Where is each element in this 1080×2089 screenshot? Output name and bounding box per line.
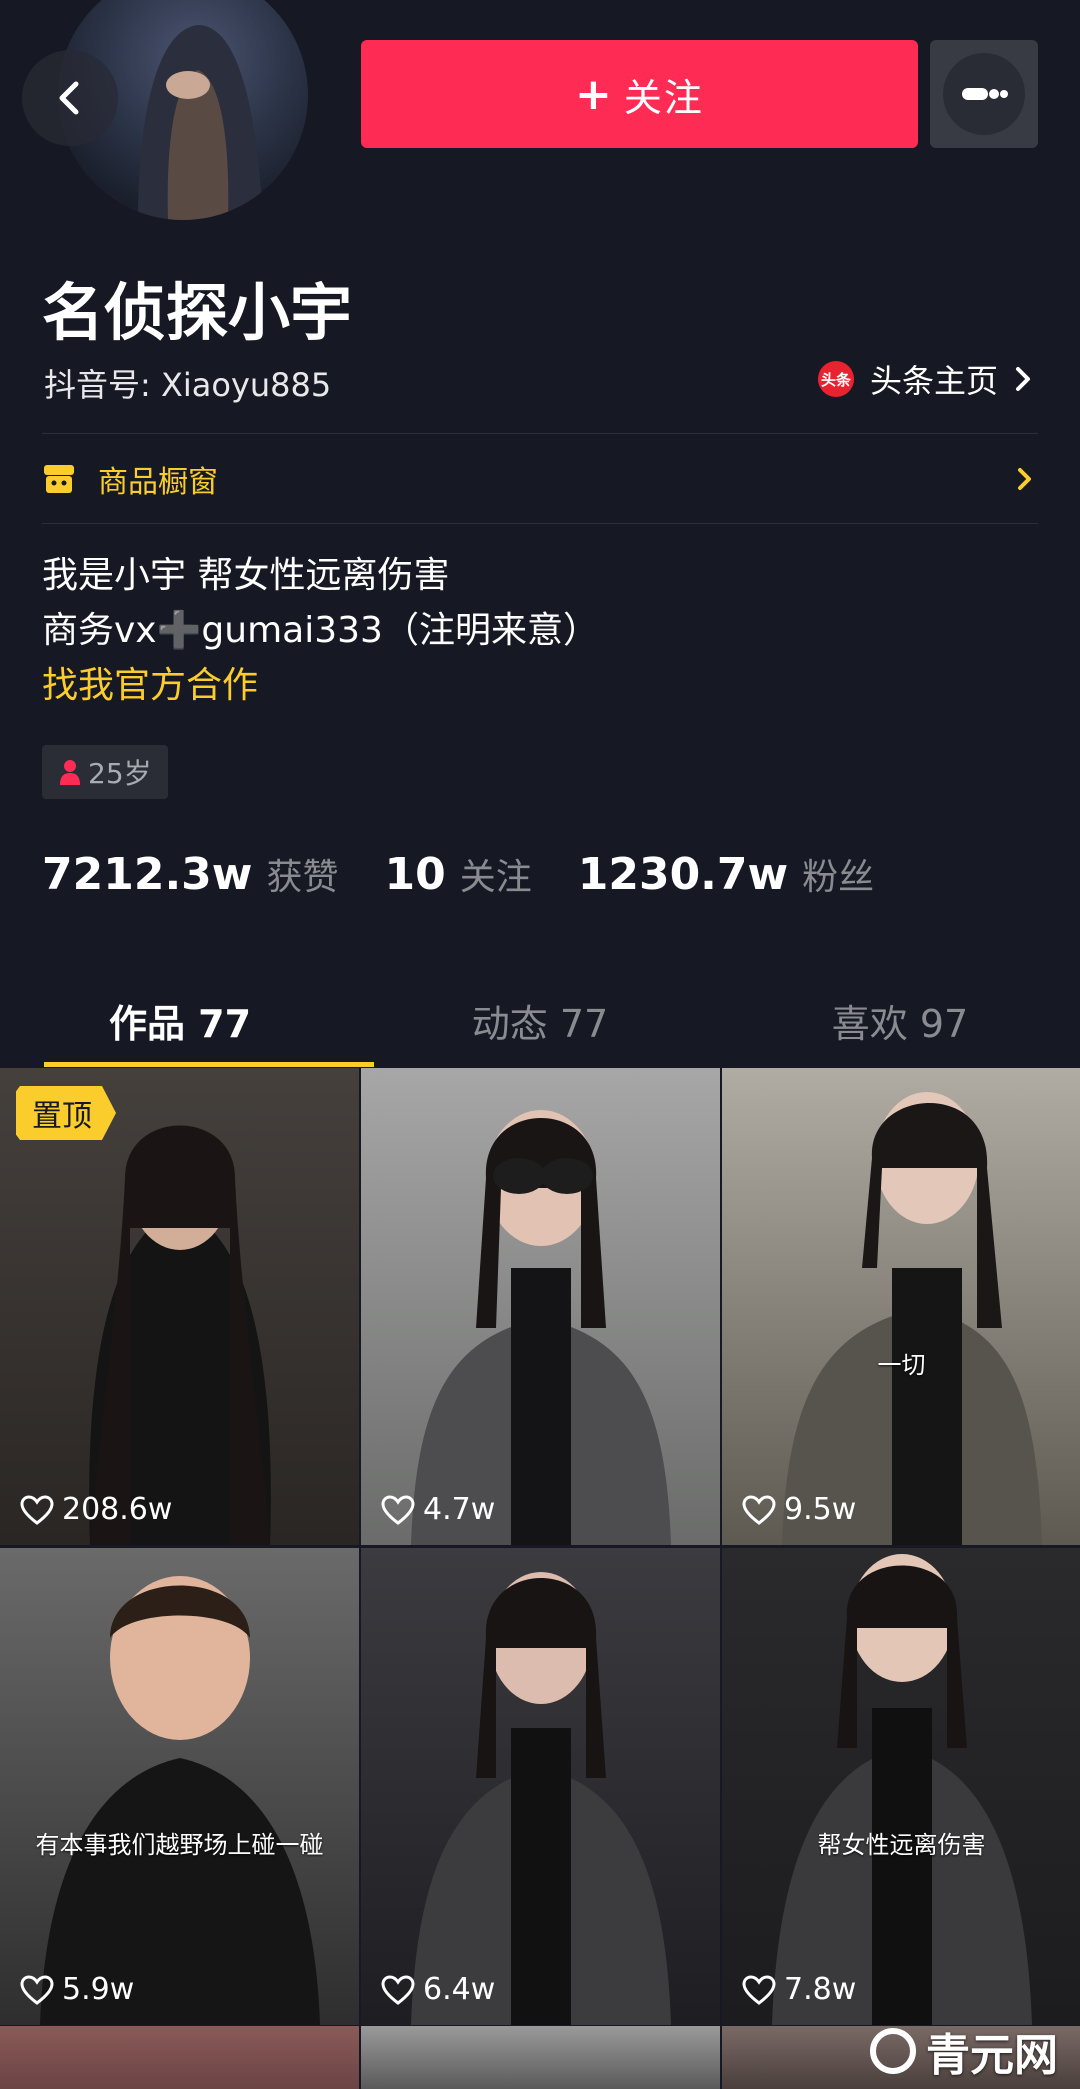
following-count[interactable]: 10 xyxy=(384,849,445,900)
female-icon xyxy=(60,760,80,785)
thumbnail-image xyxy=(781,1092,1042,1545)
video-thumbnail[interactable]: 置顶 208.6w xyxy=(0,1068,359,1545)
toutiao-homepage-link[interactable]: 头条 头条主页 xyxy=(817,356,1038,402)
followers-count[interactable]: 1230.7w xyxy=(578,849,788,900)
following-label[interactable]: 关注 xyxy=(460,848,532,900)
tab-moments[interactable]: 动态 77 xyxy=(360,970,720,1070)
stats-row: 7212.3w 获赞 10 关注 1230.7w 粉丝 xyxy=(42,848,874,900)
heart-icon xyxy=(20,1494,54,1525)
thumbnail-image xyxy=(410,1110,671,1545)
follow-button[interactable]: + 关注 xyxy=(361,40,918,148)
plus-icon: + xyxy=(575,68,614,120)
heart-icon xyxy=(742,1974,776,2005)
heart-icon xyxy=(742,1494,776,1525)
shop-icon xyxy=(44,465,74,493)
bio: 我是小宇 帮女性远离伤害 商务vx➕gumai333（注明来意） 找我官方合作 xyxy=(42,548,599,713)
follow-label: 关注 xyxy=(623,75,704,120)
video-likes: 9.5w xyxy=(742,1492,856,1527)
heart-icon xyxy=(381,1974,415,2005)
video-likes: 6.4w xyxy=(381,1972,495,2007)
toutiao-icon: 头条 xyxy=(817,361,854,397)
tab-works[interactable]: 作品 77 xyxy=(0,970,360,1070)
watermark: 青元网 xyxy=(870,2019,1058,2083)
thumbnail-image xyxy=(39,1576,320,2025)
heart-icon xyxy=(20,1974,54,2005)
toutiao-label: 头条主页 xyxy=(869,362,998,400)
chevron-right-icon xyxy=(1016,367,1030,391)
pinned-badge: 置顶 xyxy=(16,1086,116,1140)
profile-name: 名侦探小宇 xyxy=(42,276,353,349)
content-tabs: 作品 77 动态 77 喜欢 97 xyxy=(0,970,1080,1070)
video-caption: 帮女性远离伤害 xyxy=(817,1830,986,1859)
age-tag: 25岁 xyxy=(42,745,168,799)
video-caption: 一切 xyxy=(877,1350,926,1379)
thumbnail-image xyxy=(771,1554,1032,2025)
back-button[interactable] xyxy=(22,50,118,146)
followers-label[interactable]: 粉丝 xyxy=(802,848,874,900)
divider xyxy=(42,433,1038,434)
age-label: 25岁 xyxy=(88,757,152,790)
likes-label: 获赞 xyxy=(266,857,339,898)
active-tab-indicator xyxy=(44,1062,374,1067)
likes-count: 7212.3w xyxy=(42,849,253,900)
thumbnail-image xyxy=(410,1572,671,2025)
more-button[interactable] xyxy=(930,40,1038,148)
video-grid: 置顶 208.6w 4.7w 一切 9.5w 有本事我们越野场上碰一碰 5.9w… xyxy=(0,1068,1080,2025)
shop-window-row[interactable]: 商品橱窗 xyxy=(42,435,1038,523)
video-likes: 7.8w xyxy=(742,1972,856,2007)
video-thumbnail[interactable]: 一切 9.5w xyxy=(722,1068,1080,1545)
video-thumbnail[interactable] xyxy=(0,2026,359,2089)
chevron-left-icon xyxy=(59,81,79,115)
chevron-right-icon xyxy=(1018,468,1031,490)
heart-icon xyxy=(381,1494,415,1525)
video-likes: 4.7w xyxy=(381,1492,495,1527)
bio-line: 我是小宇 帮女性远离伤害 xyxy=(42,555,450,596)
video-thumbnail[interactable]: 帮女性远离伤害 7.8w xyxy=(722,1548,1080,2025)
video-caption: 有本事我们越野场上碰一碰 xyxy=(35,1830,324,1859)
bio-line: 商务vx➕gumai333（注明来意） xyxy=(42,610,599,651)
video-likes: 5.9w xyxy=(20,1972,134,2007)
divider xyxy=(42,523,1038,524)
video-thumbnail[interactable]: 有本事我们越野场上碰一碰 5.9w xyxy=(0,1548,359,2025)
watermark-logo-icon xyxy=(870,2028,916,2074)
video-thumbnail[interactable]: 4.7w xyxy=(361,1068,720,1545)
video-thumbnail[interactable] xyxy=(361,2026,720,2089)
tab-likes[interactable]: 喜欢 97 xyxy=(720,970,1080,1070)
more-dots-icon xyxy=(962,88,1008,100)
official-cooperation-link[interactable]: 找我官方合作 xyxy=(42,658,599,713)
shop-window-label: 商品橱窗 xyxy=(98,465,218,500)
video-likes: 208.6w xyxy=(20,1492,172,1527)
video-thumbnail[interactable]: 6.4w xyxy=(361,1548,720,2025)
douyin-id: 抖音号: Xiaoyu885 xyxy=(44,366,332,404)
